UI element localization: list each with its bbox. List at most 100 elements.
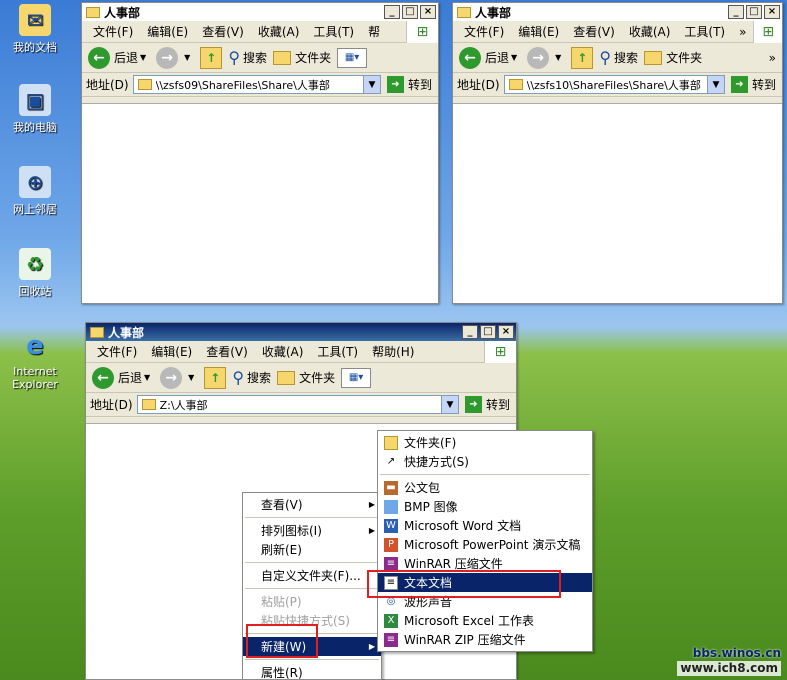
menu-help[interactable]: 帮助(H)	[365, 343, 421, 360]
close-button[interactable]: ×	[420, 5, 436, 19]
up-folder-button[interactable]: ↑	[204, 366, 227, 389]
minimize-button[interactable]: _	[728, 5, 744, 19]
new-item-bmp[interactable]: BMP 图像	[378, 497, 592, 516]
menu-file[interactable]: 文件(F)	[86, 23, 140, 40]
windows-logo-icon: ⊞	[484, 340, 516, 363]
menu-view[interactable]: 查看(V)	[195, 23, 251, 40]
go-label: 转到	[485, 398, 510, 412]
minimize-button[interactable]: _	[384, 5, 400, 19]
go-button[interactable]: ➜ 转到	[386, 76, 432, 93]
folders-button[interactable]: 文件夹	[644, 49, 702, 66]
menu-tools[interactable]: 工具(T)	[306, 23, 361, 40]
dropdown-arrow-icon[interactable]: ▼	[188, 373, 194, 382]
address-input[interactable]: \\zsfs10\ShareFiles\Share\人事部 ▼	[503, 75, 725, 94]
address-input[interactable]: \\zsfs09\ShareFiles\Share\人事部 ▼	[132, 75, 381, 94]
desktop-icon-my-computer[interactable]: ▣ 我的电脑	[0, 84, 70, 135]
context-item-properties[interactable]: 属性(R)	[243, 663, 381, 680]
views-button[interactable]: ▦▾	[341, 367, 372, 388]
menu-edit[interactable]: 编辑(E)	[144, 343, 199, 360]
menu-help[interactable]: 帮	[361, 23, 387, 40]
views-button[interactable]: ▦▾	[337, 47, 368, 68]
menu-favorites[interactable]: 收藏(A)	[251, 23, 307, 40]
back-button[interactable]: ← 后退 ▼	[92, 366, 154, 389]
explorer-window-zsfs09[interactable]: 人事部 _ □ × 文件(F) 编辑(E) 查看(V) 收藏(A) 工具(T) …	[81, 2, 439, 304]
title-bar[interactable]: 人事部 _ □ ×	[82, 3, 438, 21]
new-item-shortcut[interactable]: ↗ 快捷方式(S)	[378, 452, 592, 471]
go-button[interactable]: ➜ 转到	[464, 396, 510, 413]
back-button[interactable]: ← 后退 ▼	[88, 46, 150, 69]
context-item-arrange-icons[interactable]: 排列图标(I) ▶	[243, 521, 381, 540]
menu-edit[interactable]: 编辑(E)	[511, 23, 566, 40]
new-item-excel[interactable]: X Microsoft Excel 工作表	[378, 611, 592, 630]
address-value: Z:\人事部	[159, 398, 208, 412]
back-button[interactable]: ← 后退 ▼	[459, 46, 521, 69]
title-bar[interactable]: 人事部 _ □ ×	[86, 323, 516, 341]
winrar-icon: ≡	[384, 556, 398, 571]
folders-button[interactable]: 文件夹	[273, 49, 331, 66]
new-item-briefcase[interactable]: ▬ 公文包	[378, 478, 592, 497]
close-button[interactable]: ×	[498, 325, 514, 339]
menu-file[interactable]: 文件(F)	[457, 23, 511, 40]
context-item-customize-folder[interactable]: 自定义文件夹(F)...	[243, 566, 381, 585]
menu-favorites[interactable]: 收藏(A)	[255, 343, 311, 360]
address-dropdown-icon[interactable]: ▼	[440, 396, 458, 413]
back-arrow-icon: ←	[92, 366, 114, 389]
up-folder-button[interactable]: ↑	[200, 46, 223, 69]
dropdown-arrow-icon[interactable]: ▼	[184, 53, 190, 62]
menu-view[interactable]: 查看(V)	[566, 23, 622, 40]
desktop-icon-network[interactable]: ⊕ 网上邻居	[0, 166, 70, 217]
context-item-view[interactable]: 查看(V) ▶	[243, 495, 381, 514]
desktop-icon-my-documents[interactable]: ✉ 我的文档	[0, 4, 70, 55]
dropdown-arrow-icon[interactable]: ▼	[144, 373, 150, 382]
dropdown-arrow-icon[interactable]: ▼	[140, 53, 146, 62]
forward-button[interactable]: → ▼	[527, 46, 565, 69]
folder-icon	[273, 50, 292, 65]
menu-edit[interactable]: 编辑(E)	[140, 23, 195, 40]
go-button[interactable]: ➜ 转到	[730, 76, 776, 93]
menu-view[interactable]: 查看(V)	[199, 343, 255, 360]
maximize-button[interactable]: □	[746, 5, 762, 19]
address-input[interactable]: Z:\人事部 ▼	[136, 395, 459, 414]
title-bar[interactable]: 人事部 _ □ ×	[453, 3, 782, 21]
explorer-window-zsfs10[interactable]: 人事部 _ □ × 文件(F) 编辑(E) 查看(V) 收藏(A) 工具(T) …	[452, 2, 783, 304]
forward-button[interactable]: → ▼	[156, 46, 194, 69]
submenu-arrow-icon: ▶	[368, 526, 375, 535]
menu-favorites[interactable]: 收藏(A)	[622, 23, 678, 40]
folder-content-area[interactable]	[453, 103, 782, 303]
go-label: 转到	[751, 78, 776, 92]
menu-file[interactable]: 文件(F)	[90, 343, 144, 360]
dropdown-arrow-icon[interactable]: ▼	[511, 53, 517, 62]
new-item-folder[interactable]: 文件夹(F)	[378, 433, 592, 452]
folder-icon	[277, 370, 296, 385]
new-item-winrar-zip[interactable]: ≡ WinRAR ZIP 压缩文件	[378, 630, 592, 649]
chevron-icon[interactable]: »	[732, 25, 753, 39]
dropdown-arrow-icon[interactable]: ▼	[555, 53, 561, 62]
menu-tools[interactable]: 工具(T)	[677, 23, 732, 40]
search-label: 搜索	[247, 371, 272, 385]
maximize-button[interactable]: □	[480, 325, 496, 339]
menu-separator	[380, 474, 590, 475]
address-dropdown-icon[interactable]: ▼	[362, 76, 380, 93]
search-button[interactable]: ⚲ 搜索	[232, 368, 271, 387]
folder-content-area[interactable]	[82, 103, 438, 303]
desktop-icon-internet-explorer[interactable]: e Internet Explorer	[0, 330, 70, 391]
context-item-refresh[interactable]: 刷新(E)	[243, 540, 381, 559]
search-button[interactable]: ⚲ 搜索	[599, 48, 638, 67]
forward-button[interactable]: → ▼	[160, 366, 198, 389]
new-item-powerpoint[interactable]: P Microsoft PowerPoint 演示文稿	[378, 535, 592, 554]
address-dropdown-icon[interactable]: ▼	[706, 76, 724, 93]
minimize-button[interactable]: _	[462, 325, 478, 339]
chevron-icon[interactable]: »	[769, 51, 776, 65]
close-button[interactable]: ×	[764, 5, 780, 19]
forward-arrow-icon: →	[527, 46, 550, 69]
search-button[interactable]: ⚲ 搜索	[228, 48, 267, 67]
maximize-button[interactable]: □	[402, 5, 418, 19]
folders-button[interactable]: 文件夹	[277, 369, 335, 386]
menu-tools[interactable]: 工具(T)	[310, 343, 365, 360]
desktop-icon-recycle-bin[interactable]: ♻ 回收站	[0, 248, 70, 299]
menu-bar: 文件(F) 编辑(E) 查看(V) 收藏(A) 工具(T) » ⊞	[453, 20, 782, 43]
go-arrow-icon: ➜	[464, 396, 482, 413]
highlight-new	[246, 624, 318, 658]
up-folder-button[interactable]: ↑	[571, 46, 594, 69]
new-item-word[interactable]: W Microsoft Word 文档	[378, 516, 592, 535]
